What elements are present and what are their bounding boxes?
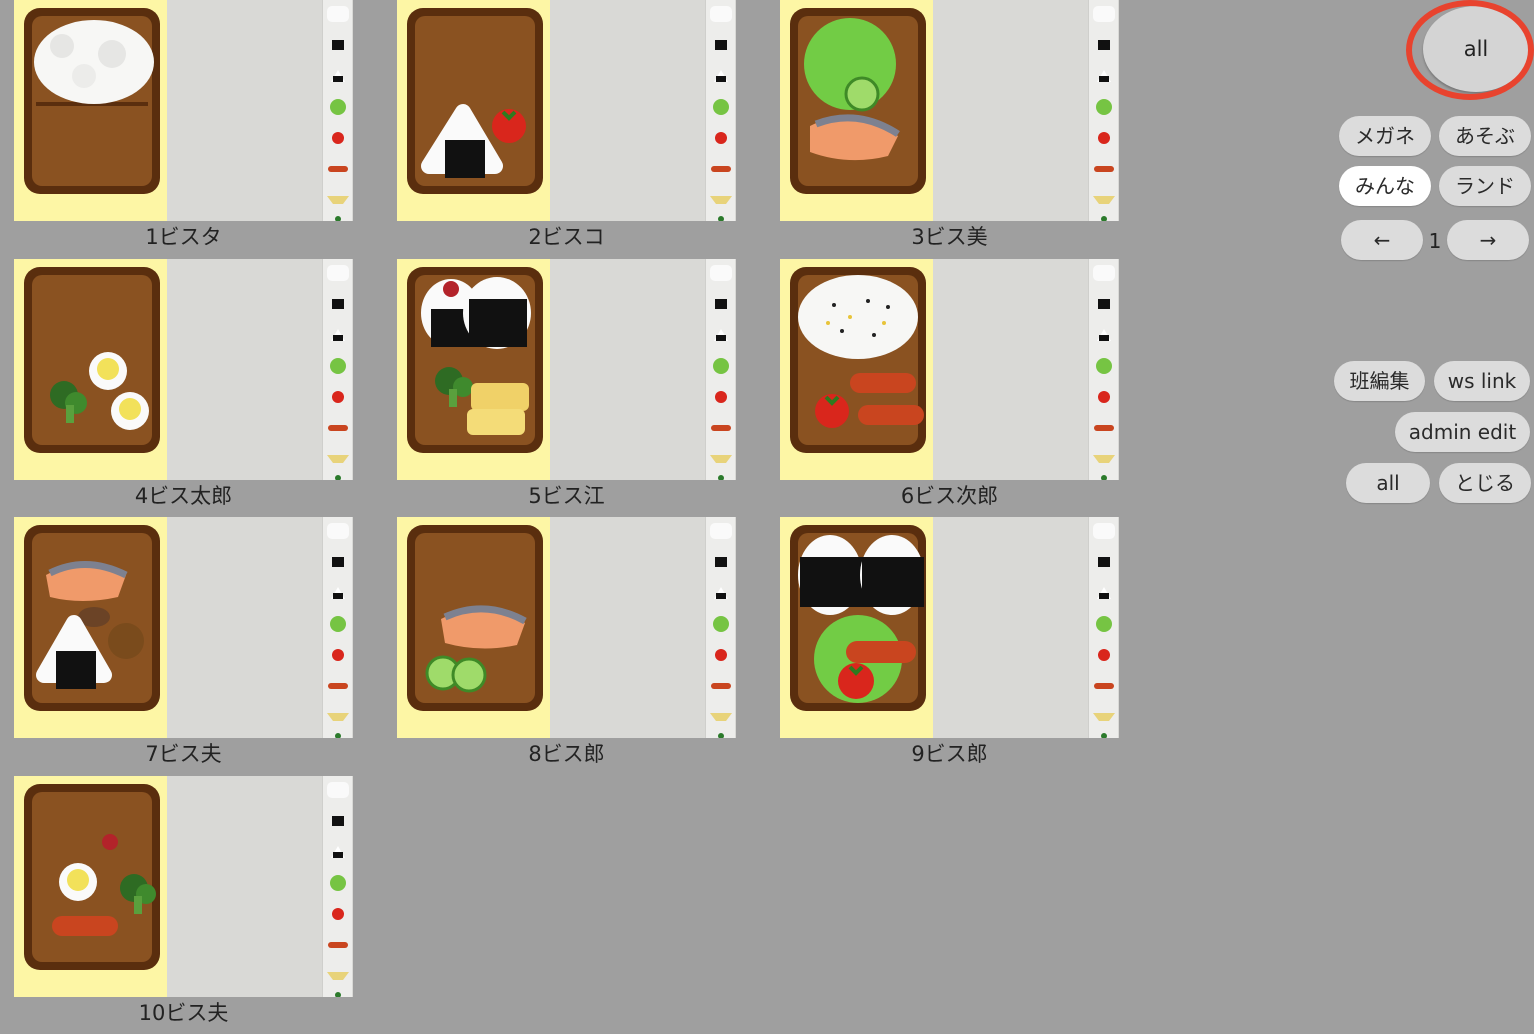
bento-card-5[interactable]: 5ビス江 xyxy=(397,259,736,517)
item-palette[interactable] xyxy=(705,517,735,738)
admin-edit-button[interactable]: admin edit xyxy=(1395,412,1530,452)
bento-thumbnail[interactable] xyxy=(397,0,736,221)
arrow-left-icon: ← xyxy=(1373,228,1391,252)
card-label: 3ビス美 xyxy=(911,225,988,249)
close-button[interactable]: とじる xyxy=(1439,463,1531,503)
bento-card-9[interactable]: 9ビス郎 xyxy=(780,517,1119,775)
bento-card-1[interactable]: 1ビスタ xyxy=(14,0,353,258)
bento-card-3[interactable]: 3ビス美 xyxy=(780,0,1119,258)
bento-box-image xyxy=(790,8,926,194)
bento-box-image xyxy=(790,267,926,453)
bento-thumbnail[interactable] xyxy=(14,259,353,480)
bento-thumbnail[interactable] xyxy=(397,259,736,480)
bento-box-image xyxy=(24,784,160,970)
bento-card-4[interactable]: 4ビス太郎 xyxy=(14,259,353,517)
item-palette[interactable] xyxy=(322,517,352,738)
card-label: 9ビス郎 xyxy=(911,742,988,766)
card-label: 4ビス太郎 xyxy=(134,484,233,508)
han-edit-button[interactable]: 班編集 xyxy=(1334,361,1425,401)
card-label: 5ビス江 xyxy=(528,484,605,508)
bento-card-7[interactable]: 7ビス夫 xyxy=(14,517,353,775)
all-button-small[interactable]: all xyxy=(1346,463,1430,503)
item-palette[interactable] xyxy=(1088,517,1118,738)
item-palette[interactable] xyxy=(705,0,735,221)
card-label: 7ビス夫 xyxy=(145,742,222,766)
minna-button[interactable]: みんな xyxy=(1339,166,1431,206)
card-label: 6ビス次郎 xyxy=(900,484,999,508)
page-number: 1 xyxy=(1428,229,1442,253)
bento-box-image xyxy=(24,267,160,453)
bento-thumbnail[interactable] xyxy=(14,0,353,221)
item-palette[interactable] xyxy=(1088,0,1118,221)
bento-box-image xyxy=(407,267,543,453)
land-button[interactable]: ランド xyxy=(1439,166,1531,206)
ws-link-button[interactable]: ws link xyxy=(1434,361,1530,401)
bento-thumbnail[interactable] xyxy=(397,517,736,738)
card-label: 8ビス郎 xyxy=(528,742,605,766)
bento-card-10[interactable]: 10ビス夫 xyxy=(14,776,353,1034)
all-button-large[interactable]: all xyxy=(1423,6,1529,92)
bento-thumbnail[interactable] xyxy=(780,517,1119,738)
bento-card-8[interactable]: 8ビス郎 xyxy=(397,517,736,775)
item-palette[interactable] xyxy=(322,259,352,480)
bento-card-6[interactable]: 6ビス次郎 xyxy=(780,259,1119,517)
bento-thumbnail[interactable] xyxy=(14,776,353,997)
bento-thumbnail[interactable] xyxy=(780,0,1119,221)
bento-thumbnail[interactable] xyxy=(14,517,353,738)
bento-box-image xyxy=(407,8,543,194)
card-label: 10ビス夫 xyxy=(138,1001,229,1025)
card-label: 1ビスタ xyxy=(145,225,222,249)
item-palette[interactable] xyxy=(322,776,352,997)
bento-box-image xyxy=(24,8,160,194)
item-palette[interactable] xyxy=(705,259,735,480)
bento-thumbnail[interactable] xyxy=(780,259,1119,480)
item-palette[interactable] xyxy=(322,0,352,221)
prev-page-button[interactable]: ← xyxy=(1341,220,1423,260)
card-label: 2ビスコ xyxy=(528,225,605,249)
arrow-right-icon: → xyxy=(1479,228,1497,252)
bento-box-image xyxy=(790,525,926,711)
item-palette[interactable] xyxy=(1088,259,1118,480)
bento-box-image xyxy=(407,525,543,711)
bento-box-image xyxy=(24,525,160,711)
next-page-button[interactable]: → xyxy=(1447,220,1529,260)
asobu-button[interactable]: あそぶ xyxy=(1439,116,1531,156)
bento-card-2[interactable]: 2ビスコ xyxy=(397,0,736,258)
megane-button[interactable]: メガネ xyxy=(1339,116,1431,156)
